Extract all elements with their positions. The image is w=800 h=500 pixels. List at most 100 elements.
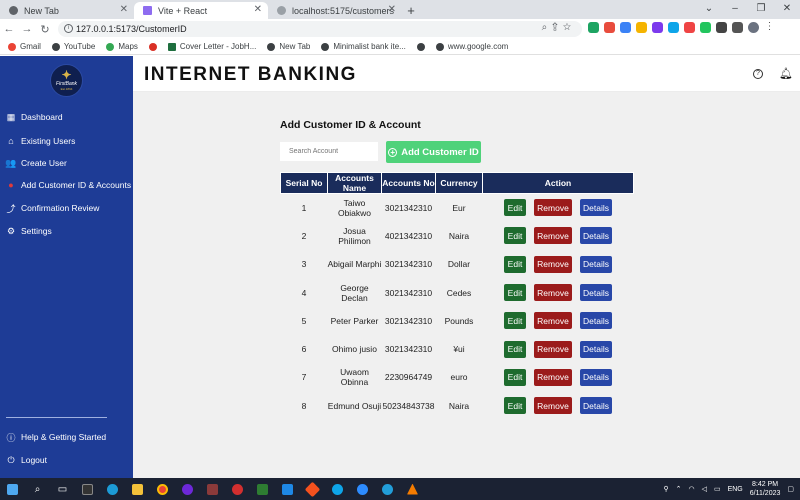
sidebar-item-confirmation-review[interactable]: ⤴ Confirmation Review bbox=[6, 203, 99, 214]
edit-button[interactable]: Edit bbox=[504, 284, 526, 302]
forward-icon[interactable]: → bbox=[18, 23, 36, 35]
sidebar-item-logout[interactable]: ⏻ Logout bbox=[6, 455, 47, 466]
telegram-icon[interactable] bbox=[375, 478, 400, 500]
clock[interactable]: 8:42 PM 6/11/2023 bbox=[750, 480, 781, 498]
chrome-icon[interactable] bbox=[150, 478, 175, 500]
bookmark[interactable]: Gmail bbox=[8, 42, 41, 51]
recorder-icon[interactable] bbox=[225, 478, 250, 500]
file-explorer-icon[interactable] bbox=[125, 478, 150, 500]
profile-avatar[interactable] bbox=[748, 22, 759, 33]
chevron-down-icon[interactable]: ⌄ bbox=[696, 0, 722, 19]
bank-logo[interactable]: ✦ FirstBank Est.1894 bbox=[50, 64, 83, 97]
extension-icon[interactable] bbox=[684, 22, 695, 33]
bookmark[interactable]: New Tab bbox=[267, 42, 310, 51]
sidepanel-icon[interactable] bbox=[732, 22, 743, 33]
extension-icon[interactable] bbox=[668, 22, 679, 33]
bell-icon[interactable]: 🔔︎ bbox=[779, 67, 793, 80]
add-customer-id-button[interactable]: + Add Customer ID bbox=[386, 141, 481, 163]
reload-icon[interactable]: ↻ bbox=[36, 23, 54, 36]
restore-button[interactable]: ❐ bbox=[748, 0, 774, 19]
bookmark[interactable]: Maps bbox=[106, 42, 138, 51]
details-button[interactable]: Details bbox=[580, 312, 612, 330]
details-button[interactable]: Details bbox=[580, 368, 612, 386]
winrar-icon[interactable] bbox=[200, 478, 225, 500]
details-button[interactable]: Details bbox=[580, 255, 612, 273]
volume-icon[interactable]: ◁ bbox=[702, 485, 707, 493]
browser-tab[interactable]: New Tab ✕ bbox=[0, 2, 134, 19]
bookmark[interactable]: YouTube bbox=[51, 42, 95, 51]
bookmark[interactable] bbox=[416, 42, 425, 51]
url-bar[interactable]: i 127.0.0.1:5173/CustomerID ⌕⇪☆ bbox=[58, 21, 582, 37]
browser-tab[interactable]: Vite + React ✕ bbox=[134, 2, 268, 19]
bookmark[interactable]: Cover Letter - JobH... bbox=[167, 42, 256, 51]
remove-button[interactable]: Remove bbox=[534, 227, 572, 245]
close-icon[interactable]: ✕ bbox=[388, 4, 396, 15]
extension-icon[interactable] bbox=[620, 22, 631, 33]
edit-button[interactable]: Edit bbox=[504, 397, 526, 415]
sidebar-item-dashboard[interactable]: ▦ Dashboard bbox=[6, 112, 63, 123]
edit-button[interactable]: Edit bbox=[504, 227, 526, 245]
sidebar-item-create-user[interactable]: 👥 Create User bbox=[5, 158, 66, 169]
close-icon[interactable]: ✕ bbox=[254, 4, 262, 15]
people-icon[interactable]: ⚲ bbox=[663, 485, 668, 493]
remove-button[interactable]: Remove bbox=[534, 397, 572, 415]
search-icon[interactable]: ⌕ bbox=[25, 478, 50, 500]
vlc-icon[interactable] bbox=[400, 478, 425, 500]
browser-tab[interactable]: localhost:5175/customers ✕ bbox=[268, 2, 402, 19]
battery-icon[interactable]: ▭ bbox=[714, 485, 721, 493]
extension-icon[interactable] bbox=[652, 22, 663, 33]
network-icon[interactable]: ◠ bbox=[688, 485, 694, 493]
photos-icon[interactable] bbox=[250, 478, 275, 500]
remove-button[interactable]: Remove bbox=[534, 340, 572, 358]
extension-icon[interactable] bbox=[604, 22, 615, 33]
menu-icon[interactable]: ⋮ bbox=[764, 22, 775, 33]
edit-button[interactable]: Edit bbox=[504, 255, 526, 273]
bookmark[interactable] bbox=[148, 42, 157, 51]
puzzle-icon[interactable] bbox=[716, 22, 727, 33]
git-icon[interactable] bbox=[300, 478, 325, 500]
remove-button[interactable]: Remove bbox=[534, 199, 572, 217]
bookmark[interactable]: www.google.com bbox=[435, 42, 508, 51]
search-input[interactable] bbox=[280, 142, 378, 161]
terminal-icon[interactable] bbox=[75, 478, 100, 500]
details-button[interactable]: Details bbox=[580, 340, 612, 358]
notification-icon[interactable]: ▢ bbox=[787, 485, 794, 493]
back-icon[interactable]: ← bbox=[0, 23, 18, 35]
remove-button[interactable]: Remove bbox=[534, 312, 572, 330]
close-icon[interactable]: ✕ bbox=[120, 4, 128, 15]
sidebar-item-existing-users[interactable]: ⌂ Existing Users bbox=[6, 136, 75, 146]
extension-icon[interactable] bbox=[700, 22, 711, 33]
minimize-button[interactable]: – bbox=[722, 0, 748, 19]
sidebar-item-settings[interactable]: ⚙ Settings bbox=[6, 226, 52, 237]
edge-icon[interactable] bbox=[100, 478, 125, 500]
edit-button[interactable]: Edit bbox=[504, 340, 526, 358]
zoom-icon[interactable] bbox=[350, 478, 375, 500]
remove-button[interactable]: Remove bbox=[534, 255, 572, 273]
remove-button[interactable]: Remove bbox=[534, 368, 572, 386]
edit-button[interactable]: Edit bbox=[504, 312, 526, 330]
app-icon[interactable] bbox=[175, 478, 200, 500]
details-button[interactable]: Details bbox=[580, 397, 612, 415]
sidebar-item-help[interactable]: ⓘ Help & Getting Started bbox=[6, 432, 107, 443]
sidebar-item-add-customer[interactable]: ● Add Customer ID & Accounts bbox=[6, 180, 131, 190]
close-window-button[interactable]: ✕ bbox=[774, 0, 800, 19]
bookmark[interactable]: Minimalist bank ite... bbox=[321, 42, 406, 51]
details-button[interactable]: Details bbox=[580, 284, 612, 302]
vscode-icon[interactable] bbox=[275, 478, 300, 500]
language-indicator[interactable]: ENG bbox=[728, 486, 743, 493]
details-button[interactable]: Details bbox=[580, 227, 612, 245]
edit-button[interactable]: Edit bbox=[504, 368, 526, 386]
new-tab-button[interactable]: + bbox=[402, 2, 420, 19]
app-icon[interactable] bbox=[325, 478, 350, 500]
remove-button[interactable]: Remove bbox=[534, 284, 572, 302]
tray-overflow-icon[interactable]: ⌃ bbox=[676, 485, 682, 493]
info-icon[interactable]: i bbox=[64, 24, 73, 33]
windows-start-icon[interactable] bbox=[0, 478, 25, 500]
help-icon[interactable]: ? bbox=[753, 69, 763, 79]
task-view-icon[interactable]: ▭ bbox=[50, 478, 75, 500]
extension-icon[interactable] bbox=[636, 22, 647, 33]
details-button[interactable]: Details bbox=[580, 199, 612, 217]
edit-button[interactable]: Edit bbox=[504, 199, 526, 217]
grammarly-icon[interactable] bbox=[588, 22, 599, 33]
sidebar-item-label: Help & Getting Started bbox=[21, 432, 107, 442]
